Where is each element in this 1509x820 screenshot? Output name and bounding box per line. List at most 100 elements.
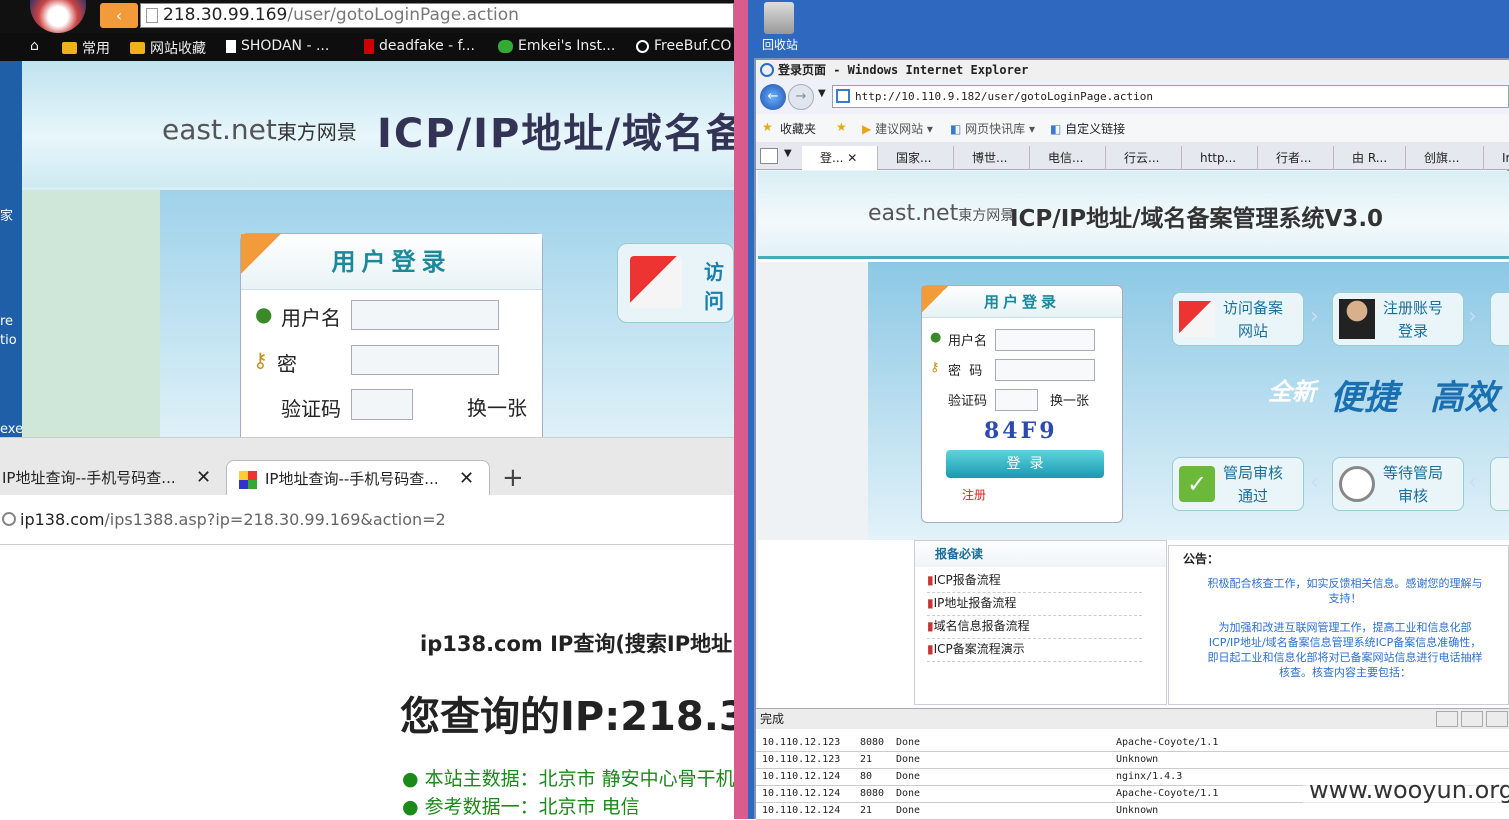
login-button[interactable]: 登 录 [946, 450, 1104, 478]
site-banner: east.net東方网景 ICP/IP地址/域名备 [22, 61, 734, 187]
username-input[interactable] [995, 329, 1095, 351]
quick-tabs-icon[interactable] [760, 148, 778, 164]
notice-item[interactable]: ▮IP地址报备流程 [927, 594, 1142, 616]
next-step-button[interactable] [1490, 292, 1509, 346]
slogan-new: 全新 [1268, 378, 1316, 406]
ie-tab-label: 国家... [896, 151, 932, 165]
ie-navbar: ← → ▼ http://10.110.9.182/user/gotoLogin… [756, 80, 1509, 114]
close-icon[interactable]: ✕ [459, 461, 474, 497]
register-link[interactable]: 注册 [962, 486, 986, 503]
table-row[interactable]: 10.110.12.124 21 Done Unknown [756, 803, 1509, 820]
ie-address-bar[interactable]: http://10.110.9.182/user/gotoLoginPage.a… [832, 85, 1509, 108]
chevron-down-icon[interactable]: ▼ [818, 88, 826, 99]
cell-status: Done [896, 788, 921, 799]
login-ribbon-icon [241, 234, 281, 274]
cell-ip: 10.110.12.124 [762, 771, 841, 782]
bookmark-item[interactable]: deadfake - f... [364, 38, 475, 54]
ie-titlebar: 登录页面 - Windows Internet Explorer [756, 60, 1509, 80]
bookmark-item[interactable]: FreeBuf.CO [636, 38, 731, 54]
slogan-convenient: 便捷 [1330, 378, 1398, 418]
tab-strip: IP地址查询--手机号码查... ✕ IP地址查询--手机号码查... ✕ + [0, 437, 734, 496]
page-icon [146, 8, 158, 23]
cell-port: 21 [860, 805, 873, 816]
notice-item[interactable]: ▮ICP报备流程 [927, 571, 1142, 593]
desktop-strip: 家 re tio exe [0, 0, 23, 437]
audit-passed-button[interactable]: ✓ 管局审核 通过 [1172, 457, 1304, 511]
cell-status: Done [896, 805, 921, 816]
announcement-panel: 公告： 积极配合核查工作，如实反馈相关信息。感谢您的理解与支持！ 为加强和改进互… [1168, 545, 1509, 705]
key-icon: ⚷ [930, 360, 940, 375]
ie-tab[interactable]: 电信... [1030, 146, 1106, 170]
cell-ip: 10.110.12.123 [762, 754, 841, 765]
folder-icon [62, 42, 77, 54]
new-tab-button[interactable]: + [502, 460, 524, 496]
ie-tab[interactable]: 国家... [878, 146, 954, 170]
announcement-text: 积极配合核查工作，如实反馈相关信息。感谢您的理解与支持！ [1207, 577, 1483, 605]
check-icon: ✓ [1179, 466, 1215, 502]
ie-tab[interactable]: 创旗... [1406, 146, 1484, 170]
bookmark-item[interactable]: SHODAN - ... [226, 38, 329, 54]
back-arrow-icon[interactable]: ← [760, 84, 786, 110]
login-box-right: 用户登录 ● 用户名 ⚷ 密 码 验证码 换一张 84F9 登 录 注册 [921, 285, 1123, 523]
cell-server: nginx/1.4.3 [1116, 771, 1183, 782]
cell-status: Done [896, 737, 921, 748]
page-icon [226, 39, 236, 53]
browser-logo-icon[interactable] [30, 0, 86, 33]
close-icon[interactable]: ✕ [196, 460, 211, 496]
await-audit-button[interactable]: 等待管局 审核 [1332, 457, 1464, 511]
visit-label: 访问 [704, 260, 724, 313]
visit-record-button[interactable]: 访问备案 网站 [1172, 292, 1304, 346]
password-input[interactable] [351, 345, 499, 375]
tab-ip138-active[interactable]: IP地址查询--手机号码查... ✕ [226, 460, 490, 496]
prev-step-button[interactable] [1490, 457, 1509, 511]
ie-tab-label: http... [1200, 151, 1237, 165]
chevron-down-icon[interactable]: ▼ [784, 148, 792, 159]
refresh-captcha-link[interactable]: 换一张 [1050, 390, 1089, 409]
address-bar[interactable]: 218.30.99.169/user/gotoLoginPage.action [140, 3, 734, 28]
ie-tab[interactable]: http... [1182, 146, 1258, 170]
captcha-input[interactable] [351, 389, 413, 420]
add-favorite-icon[interactable]: ★ [836, 120, 847, 134]
cell-port: 8080 [860, 737, 885, 748]
tab-ip138[interactable]: IP地址查询--手机号码查... ✕ [0, 460, 225, 496]
fav-link[interactable]: ◧ 网页快讯库 ▾ [950, 120, 1035, 137]
visit-button[interactable]: 访问 [617, 243, 734, 323]
address-bar-2[interactable]: ip138.com/ips1388.asp?ip=218.30.99.169&a… [0, 495, 734, 545]
back-button[interactable]: ‹ [100, 3, 138, 28]
bookmark-item[interactable]: Emkei's Inst... [498, 38, 615, 54]
info-icon[interactable] [2, 512, 16, 526]
username-input[interactable] [351, 300, 499, 330]
login-title: 用户登录 [241, 234, 542, 290]
ie-tab[interactable]: Ir [1484, 146, 1509, 170]
visit-record-label: 访问备案 网站 [1223, 299, 1284, 340]
site-logo-right: east.net東方网景 [868, 201, 1015, 226]
cell-server: Apache-Coyote/1.1 [1116, 737, 1219, 748]
recycle-bin-icon[interactable] [764, 2, 794, 34]
forward-arrow-icon[interactable]: → [788, 84, 814, 110]
bookmark-item[interactable]: 网站收藏 [130, 38, 206, 58]
bookmark-item[interactable]: 常用 [62, 38, 110, 58]
ie-tab-active[interactable]: 登... ✕ [802, 146, 878, 170]
ie-tab[interactable]: 行者... [1258, 146, 1334, 170]
register-account-button[interactable]: 注册账号 登录 [1332, 292, 1464, 346]
table-row[interactable]: 10.110.12.123 21 Done Unknown [756, 752, 1509, 769]
bookmarks-bar: ⌂ 常用 网站收藏 SHODAN - ... deadfake - f... E… [0, 33, 734, 61]
cell-ip: 10.110.12.124 [762, 788, 841, 799]
banner-title-right: ICP/IP地址/域名备案管理系统V3.0 [1010, 206, 1384, 232]
password-input[interactable] [995, 359, 1095, 381]
fav-link[interactable]: ▶ 建议网站 ▾ [862, 120, 933, 137]
ie-tab[interactable]: 博世... [954, 146, 1030, 170]
notice-item[interactable]: ▮域名信息报备流程 [927, 617, 1142, 639]
ie-tab[interactable]: 行云... [1106, 146, 1182, 170]
captcha-input[interactable] [995, 389, 1038, 411]
ie-tab[interactable]: 由 R... [1334, 146, 1406, 170]
favorites-button[interactable]: 收藏夹 [780, 120, 816, 137]
refresh-captcha-link[interactable]: 换一张 [467, 392, 527, 421]
home-icon[interactable]: ⌂ [30, 38, 39, 54]
password-label: 密 码 [948, 364, 983, 379]
fav-link[interactable]: ◧ 自定义链接 [1050, 120, 1125, 137]
notice-item[interactable]: ▮ICP备案流程演示 [927, 640, 1142, 662]
table-row[interactable]: 10.110.12.123 8080 Done Apache-Coyote/1.… [756, 735, 1509, 752]
close-icon[interactable]: ✕ [847, 151, 857, 165]
chevron-right-icon: › [1468, 304, 1477, 329]
